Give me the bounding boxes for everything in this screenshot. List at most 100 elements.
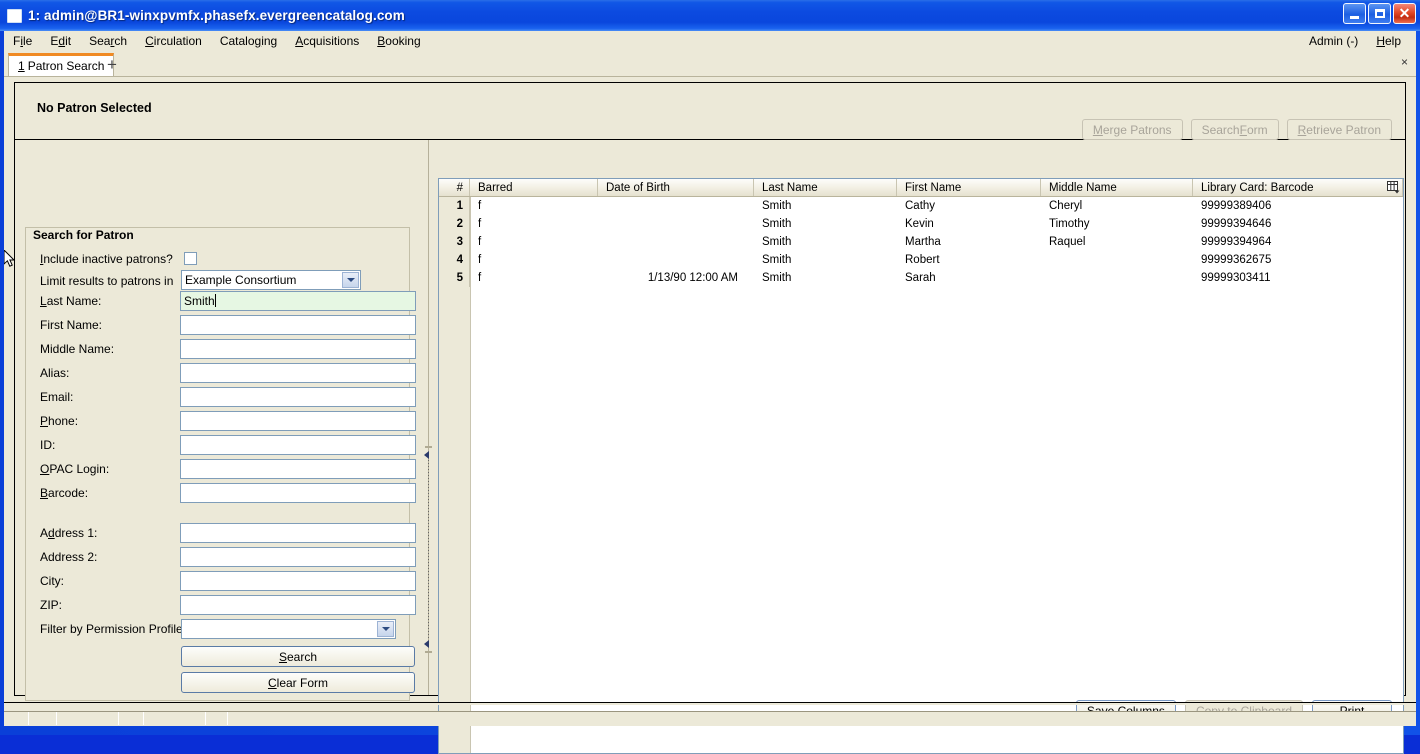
city-input[interactable] — [180, 571, 416, 591]
middle-name-input[interactable] — [180, 339, 416, 359]
cell-dob — [598, 197, 754, 215]
pane-splitter[interactable] — [420, 140, 438, 695]
cell-barred: f — [478, 218, 482, 230]
merge-patrons-button[interactable]: Merge Patrons — [1081, 119, 1183, 140]
cell-middle-name: Timothy — [1049, 218, 1090, 230]
first-name-input[interactable] — [180, 315, 416, 335]
column-header-barred[interactable]: Barred — [470, 179, 598, 196]
column-header-num[interactable]: # — [439, 179, 470, 196]
id-input[interactable] — [180, 435, 416, 455]
tab-patron-search[interactable]: 1 Patron Search — [8, 53, 115, 76]
retrieve-patron-button[interactable]: Retrieve Patron — [1286, 119, 1392, 140]
application-window: 1: admin@BR1-winxpvmfx.phasefx.evergreen… — [0, 0, 1420, 754]
menu-acquisitions[interactable]: Acquisitions — [286, 32, 368, 50]
cell-middle-name: Cheryl — [1049, 200, 1083, 212]
phone-input[interactable] — [180, 411, 416, 431]
menu-cataloging[interactable]: Cataloging — [211, 32, 286, 50]
column-header-dob[interactable]: Date of Birth — [598, 179, 754, 196]
address1-input[interactable] — [180, 523, 416, 543]
clear-form-button[interactable]: Clear Form — [181, 672, 415, 693]
bottom-separator — [4, 702, 1416, 705]
address2-label: Address 2: — [40, 550, 98, 564]
column-header-last-name[interactable]: Last Name — [754, 179, 897, 196]
cell-last-name: Smith — [762, 272, 792, 284]
menu-admin[interactable]: Admin (-) — [1300, 32, 1367, 50]
column-header-first-name[interactable]: First Name — [897, 179, 1041, 196]
phone-label: Phone: — [40, 414, 79, 428]
minimize-button[interactable] — [1343, 3, 1366, 24]
splitter-collapse-left-icon-2[interactable] — [424, 640, 429, 648]
limit-results-value: Example Consortium — [185, 273, 297, 287]
new-tab-button[interactable]: + — [103, 55, 121, 73]
alias-input[interactable] — [180, 363, 416, 383]
app-icon — [7, 8, 22, 23]
cell-barcode: 99999362675 — [1201, 254, 1272, 266]
status-segment-1 — [4, 712, 29, 725]
column-picker-icon[interactable] — [1385, 180, 1401, 195]
status-segment-3 — [57, 712, 119, 725]
menu-booking[interactable]: Booking — [368, 32, 429, 50]
cell-barcode: 99999394964 — [1201, 236, 1272, 248]
splitter-collapse-left-icon[interactable] — [424, 451, 429, 459]
status-segment-4 — [119, 712, 144, 725]
cell-first-name: Kevin — [905, 218, 934, 230]
email-label: Email: — [40, 390, 74, 404]
status-segment-2 — [29, 712, 57, 725]
menu-search[interactable]: Search — [80, 32, 136, 50]
opac-login-label: OPAC Login: — [40, 462, 110, 476]
cell-middle-name: Raquel — [1049, 236, 1086, 248]
cell-dob: 1/13/90 12:00 AM — [647, 272, 738, 284]
limit-results-select[interactable]: Example Consortium — [181, 270, 361, 290]
cell-barred: f — [478, 236, 482, 248]
menu-edit[interactable]: Edit — [41, 32, 80, 50]
cell-dob — [598, 215, 754, 233]
patron-summary-header: No Patron Selected Merge Patrons Search … — [15, 83, 1405, 140]
tab-strip: 1 Patron Search + × — [4, 51, 1416, 77]
column-header-middle-name[interactable]: Middle Name — [1041, 179, 1193, 196]
email-input[interactable] — [180, 387, 416, 407]
close-button[interactable]: ✕ — [1393, 3, 1416, 24]
cell-last-name: Smith — [762, 236, 792, 248]
results-grid-body: 1 f Smith Cathy Cheryl 99999389406 2 f S… — [439, 197, 1403, 287]
cell-dob — [598, 251, 754, 269]
menu-circulation[interactable]: Circulation — [136, 32, 211, 50]
results-pane: # Barred Date of Birth Last Name First N… — [438, 140, 1405, 754]
cell-num: 3 — [439, 233, 470, 251]
barcode-input[interactable] — [180, 483, 416, 503]
middle-name-label: Middle Name: — [40, 342, 115, 356]
table-row[interactable]: 4 f Smith Robert 99999362675 — [439, 251, 1403, 269]
last-name-input[interactable]: Smith — [180, 291, 416, 311]
maximize-icon — [1374, 9, 1385, 18]
menu-file[interactable]: File — [4, 32, 41, 50]
search-form-button[interactable]: Search Form — [1190, 119, 1279, 140]
table-row[interactable]: 1 f Smith Cathy Cheryl 99999389406 — [439, 197, 1403, 215]
opac-login-input[interactable] — [180, 459, 416, 479]
close-tab-button[interactable]: × — [1401, 55, 1408, 69]
column-header-barcode[interactable]: Library Card: Barcode — [1193, 179, 1403, 196]
permission-profile-select[interactable] — [181, 619, 396, 639]
menu-help[interactable]: Help — [1367, 32, 1410, 50]
zip-input[interactable] — [180, 595, 416, 615]
search-button[interactable]: Search — [181, 646, 415, 667]
splitter-grip-dots — [428, 460, 429, 640]
table-row[interactable]: 3 f Smith Martha Raquel 99999394964 — [439, 233, 1403, 251]
cell-num: 5 — [439, 269, 470, 287]
cell-barcode: 99999389406 — [1201, 200, 1272, 212]
cell-num: 1 — [439, 197, 470, 215]
alias-label: Alias: — [40, 366, 70, 380]
search-pane: Search for Patron Include inactive patro… — [15, 140, 419, 701]
splitter-tick-top — [425, 446, 432, 448]
table-row[interactable]: 5 f 1/13/90 12:00 AM Smith Sarah 9999930… — [439, 269, 1403, 287]
cell-num: 4 — [439, 251, 470, 269]
limit-results-label: Limit results to patrons in — [40, 274, 174, 288]
include-inactive-checkbox[interactable] — [184, 252, 197, 265]
address2-input[interactable] — [180, 547, 416, 567]
cell-last-name: Smith — [762, 200, 792, 212]
last-name-label: Last Name: — [40, 294, 102, 308]
status-segment-6 — [206, 712, 228, 725]
cell-last-name: Smith — [762, 254, 792, 266]
text-caret — [214, 294, 216, 307]
maximize-button[interactable] — [1368, 3, 1391, 24]
table-row[interactable]: 2 f Smith Kevin Timothy 99999394646 — [439, 215, 1403, 233]
id-label: ID: — [40, 438, 56, 452]
